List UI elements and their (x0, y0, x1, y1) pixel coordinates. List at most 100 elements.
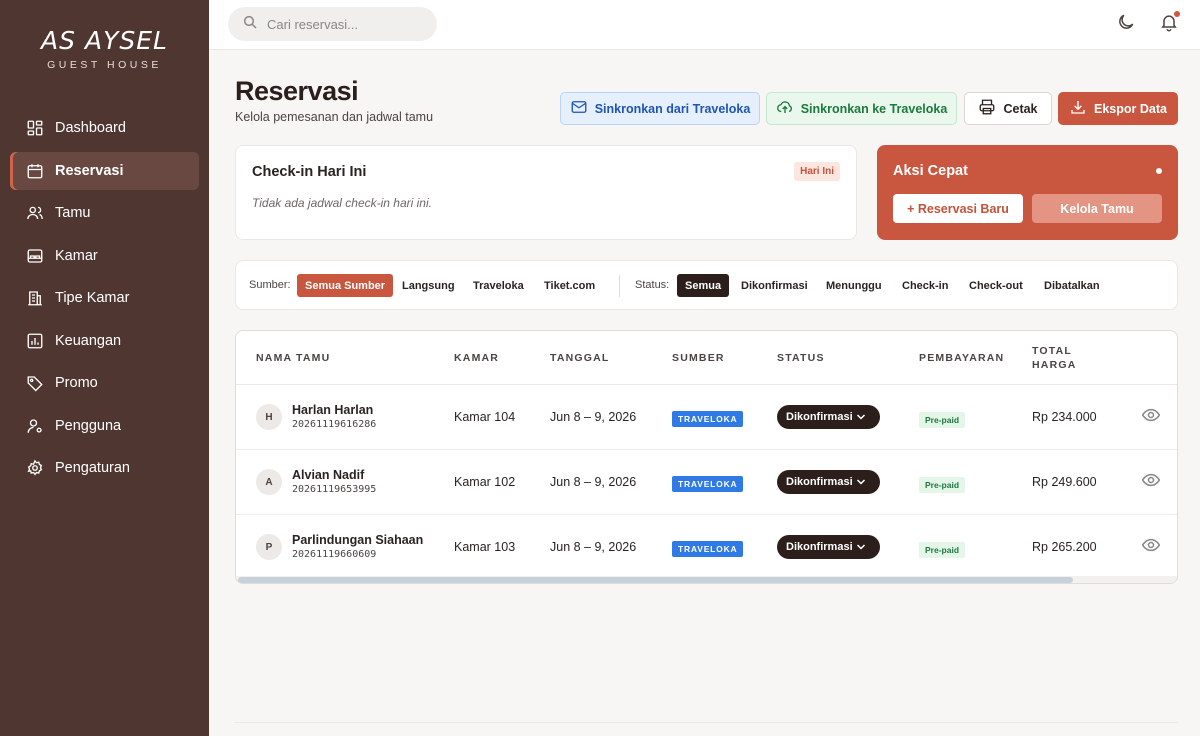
view-details-button[interactable] (1141, 405, 1161, 425)
avatar: P (256, 534, 282, 560)
table-row[interactable]: P Parlindungan Siahaan 20261119660609 Ka… (236, 515, 1177, 580)
sidebar-item-reservasi[interactable]: Reservasi (10, 151, 199, 190)
page-title: Reservasi (235, 76, 359, 106)
status-dropdown[interactable]: Dikonfirmasi (777, 405, 880, 429)
status-chip-dikonfirmasi[interactable]: Dikonfirmasi (733, 274, 816, 297)
status-label: Dikonfirmasi (786, 476, 853, 488)
calendar-icon (26, 162, 44, 180)
source-badge: TRAVELOKA (672, 411, 744, 427)
theme-toggle-button[interactable] (1116, 12, 1136, 32)
sidebar-item-pengaturan[interactable]: Pengaturan (10, 449, 199, 487)
column-header-source: SUMBER (672, 352, 725, 364)
reservations-table: NAMA TAMU KAMAR TANGGAL SUMBER STATUS PE… (235, 330, 1178, 584)
status-chip-menunggu[interactable]: Menunggu (818, 274, 890, 297)
payment-badge: Pre-paid (919, 412, 966, 428)
notification-dot (1174, 11, 1180, 17)
payment-badge: Pre-paid (919, 542, 966, 558)
column-header-total-line1: TOTAL (1032, 345, 1073, 357)
sidebar-item-label: Dashboard (55, 120, 126, 136)
table-row[interactable]: A Alvian Nadif 20261119653995 Kamar 102 … (236, 450, 1177, 515)
status-dropdown[interactable]: Dikonfirmasi (777, 470, 880, 494)
brand-name: AS AYSEL (41, 26, 168, 55)
sidebar-item-label: Pengaturan (55, 460, 130, 476)
cloud-upload-icon (776, 98, 801, 119)
sidebar-item-dashboard[interactable]: Dashboard (10, 109, 199, 147)
column-header-date: TANGGAL (550, 352, 610, 364)
chart-icon (26, 332, 44, 350)
column-header-total: TOTAL HARGA (1032, 344, 1077, 372)
sidebar-nav: Dashboard Reservasi Tamu Kamar Tipe Kama… (10, 109, 199, 492)
sidebar: AS AYSEL GUEST HOUSE Dashboard Reservasi… (0, 0, 209, 736)
filter-bar: Sumber: Semua Sumber Langsung Traveloka … (235, 260, 1178, 310)
column-header-guest: NAMA TAMU (256, 352, 331, 364)
sidebar-item-promo[interactable]: Promo (10, 364, 199, 402)
source-badge: TRAVELOKA (672, 476, 744, 492)
view-details-button[interactable] (1141, 535, 1161, 555)
topbar (209, 0, 1200, 50)
sidebar-item-label: Kamar (55, 247, 98, 264)
quick-actions-title: Aksi Cepat (893, 163, 968, 179)
total-cell: Rp 265.200 (1032, 540, 1097, 554)
print-label: Cetak (1003, 101, 1038, 116)
user-cog-icon (26, 417, 44, 435)
sidebar-item-keuangan[interactable]: Keuangan (10, 322, 199, 360)
bell-icon (1159, 15, 1179, 36)
booking-code: 20261119616286 (292, 419, 377, 430)
export-data-button[interactable]: Ekspor Data (1058, 92, 1178, 125)
notification-button[interactable] (1159, 11, 1180, 32)
gear-icon (26, 459, 44, 477)
new-reservation-button[interactable]: + Reservasi Baru (893, 194, 1023, 223)
checkin-empty-text: Tidak ada jadwal check-in hari ini. (252, 196, 432, 210)
table-row[interactable]: H Harlan Harlan 20261119616286 Kamar 104… (236, 385, 1177, 450)
footer-divider (235, 722, 1178, 723)
status-chip-checkin[interactable]: Check-in (894, 274, 956, 297)
brand[interactable]: AS AYSEL GUEST HOUSE (0, 0, 209, 71)
room-cell: Kamar 104 (454, 410, 516, 424)
source-chip-all[interactable]: Semua Sumber (297, 274, 394, 297)
source-chip-langsung[interactable]: Langsung (394, 274, 463, 297)
avatar: H (256, 404, 282, 430)
view-details-button[interactable] (1141, 470, 1161, 490)
page-subtitle: Kelola pemesanan dan jadwal tamu (235, 110, 434, 124)
horizontal-scrollbar[interactable] (236, 576, 1177, 583)
sync-to-label: Sinkronkan ke Traveloka (800, 101, 948, 116)
export-label: Ekspor Data (1094, 101, 1167, 116)
sidebar-item-kamar[interactable]: Kamar (10, 237, 199, 275)
sidebar-item-pengguna[interactable]: Pengguna (10, 407, 199, 445)
payment-badge: Pre-paid (919, 477, 966, 493)
sidebar-item-tamu[interactable]: Tamu (10, 194, 199, 232)
bed-icon (26, 247, 44, 265)
column-header-room: KAMAR (454, 352, 500, 364)
status-dropdown[interactable]: Dikonfirmasi (777, 535, 880, 559)
dashboard-icon (26, 119, 44, 137)
sync-to-traveloka-button[interactable]: Sinkronkan ke Traveloka (766, 92, 957, 125)
eye-icon (1141, 473, 1161, 494)
status-chip-checkout[interactable]: Check-out (961, 274, 1031, 297)
sidebar-item-label: Tipe Kamar (55, 290, 130, 306)
download-icon (1069, 98, 1094, 119)
status-chip-all[interactable]: Semua (677, 274, 730, 297)
source-chip-traveloka[interactable]: Traveloka (465, 274, 532, 297)
printer-icon (978, 98, 1003, 119)
sidebar-item-label: Tamu (55, 205, 91, 221)
indicator-dot (1156, 168, 1162, 174)
source-chip-tiketcom[interactable]: Tiket.com (536, 274, 603, 297)
search-bar[interactable] (228, 7, 437, 41)
print-button[interactable]: Cetak (964, 92, 1052, 125)
sidebar-item-tipe-kamar[interactable]: Tipe Kamar (10, 279, 199, 317)
column-header-status: STATUS (777, 352, 825, 364)
scrollbar-thumb[interactable] (238, 577, 1073, 583)
status-chip-dibatalkan[interactable]: Dibatalkan (1036, 274, 1108, 297)
users-icon (26, 204, 44, 222)
search-input[interactable] (267, 16, 427, 32)
manage-guests-button[interactable]: Kelola Tamu (1032, 194, 1162, 223)
eye-icon (1141, 408, 1161, 429)
sync-from-traveloka-button[interactable]: Sinkronkan dari Traveloka (560, 92, 760, 125)
checkin-today-card: Check-in Hari Ini Hari Ini Tidak ada jad… (235, 145, 857, 240)
guest-name: Alvian Nadif (292, 468, 365, 482)
date-cell: Jun 8 – 9, 2026 (550, 475, 637, 489)
room-cell: Kamar 103 (454, 540, 516, 554)
sidebar-item-label: Keuangan (55, 332, 122, 349)
total-cell: Rp 249.600 (1032, 475, 1097, 489)
guest-name: Parlindungan Siahaan (292, 533, 424, 547)
